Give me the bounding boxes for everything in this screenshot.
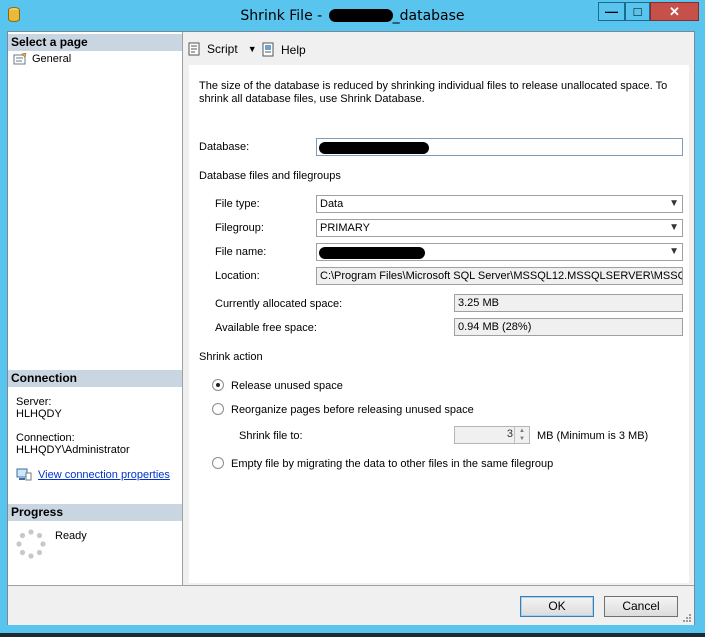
chevron-down-icon: ▼ bbox=[669, 246, 679, 257]
toolbar: Script ▼ Help bbox=[183, 32, 694, 65]
reorganize-pages-label[interactable]: Reorganize pages before releasing unused… bbox=[231, 404, 474, 416]
shrink-file-window: Shrink File - _database — □ ✕ Select a p… bbox=[0, 0, 705, 633]
cancel-button[interactable]: Cancel bbox=[604, 596, 678, 617]
empty-file-radio[interactable] bbox=[212, 457, 224, 469]
files-group-label: Database files and filegroups bbox=[199, 170, 341, 182]
chevron-down-icon: ▼ bbox=[669, 222, 679, 233]
maximize-button[interactable]: □ bbox=[625, 2, 650, 21]
close-button[interactable]: ✕ bbox=[650, 2, 699, 21]
empty-file-label[interactable]: Empty file by migrating the data to othe… bbox=[231, 458, 553, 470]
page-item-general[interactable]: General bbox=[13, 53, 71, 65]
dialog-client-area: Select a page General Connection Server:… bbox=[7, 31, 695, 625]
help-icon bbox=[262, 42, 274, 57]
file-type-select[interactable]: Data ▼ bbox=[316, 195, 683, 213]
help-label: Help bbox=[281, 42, 306, 57]
connection-value: HLHQDY\Administrator bbox=[16, 444, 130, 456]
allocated-space-field: 3.25 MB bbox=[454, 294, 683, 312]
chevron-down-icon: ▼ bbox=[669, 198, 679, 209]
free-space-field: 0.94 MB (28%) bbox=[454, 318, 683, 336]
release-unused-label[interactable]: Release unused space bbox=[231, 380, 343, 392]
filegroup-select[interactable]: PRIMARY ▼ bbox=[316, 219, 683, 237]
close-icon: ✕ bbox=[669, 3, 680, 19]
location-label: Location: bbox=[215, 270, 260, 282]
view-connection-properties-link[interactable]: View connection properties bbox=[38, 469, 170, 481]
file-type-label: File type: bbox=[215, 198, 260, 210]
file-name-select[interactable]: ▼ bbox=[316, 243, 683, 261]
allocated-space-label: Currently allocated space: bbox=[215, 298, 343, 310]
database-field bbox=[316, 138, 683, 156]
select-page-header: Select a page bbox=[8, 34, 182, 51]
shrink-file-to-value: 3 bbox=[506, 428, 513, 440]
file-name-label: File name: bbox=[215, 246, 267, 258]
shrink-action-label: Shrink action bbox=[199, 351, 263, 363]
minimize-button[interactable]: — bbox=[598, 2, 625, 21]
filegroup-value: PRIMARY bbox=[320, 222, 370, 234]
release-unused-radio[interactable] bbox=[212, 379, 224, 391]
connection-properties-icon bbox=[16, 468, 32, 481]
script-icon bbox=[188, 42, 200, 56]
progress-status: Ready bbox=[55, 530, 87, 542]
title-prefix: Shrink File - bbox=[240, 8, 327, 24]
wizard-page-icon bbox=[13, 53, 27, 65]
shrink-file-to-stepper[interactable]: 3 ▲ ▼ bbox=[454, 426, 530, 444]
button-bar: OK Cancel bbox=[8, 585, 694, 625]
redacted-database-name bbox=[319, 142, 429, 154]
title-suffix: _database bbox=[392, 8, 465, 24]
dropdown-arrow-icon[interactable]: ▼ bbox=[248, 44, 257, 54]
help-button[interactable]: Help bbox=[261, 42, 306, 57]
free-space-label: Available free space: bbox=[215, 322, 317, 334]
progress-header: Progress bbox=[8, 504, 182, 521]
location-field[interactable]: C:\Program Files\Microsoft SQL Server\MS… bbox=[316, 267, 683, 285]
description-text: The size of the database is reduced by s… bbox=[199, 80, 668, 105]
connection-label: Connection: bbox=[16, 432, 75, 444]
redacted-file-name bbox=[319, 247, 425, 259]
shrink-file-to-unit: MB (Minimum is 3 MB) bbox=[537, 430, 649, 442]
minimize-icon: — bbox=[605, 4, 618, 19]
general-page-content: The size of the database is reduced by s… bbox=[189, 65, 689, 583]
stepper-buttons[interactable]: ▲ ▼ bbox=[514, 427, 529, 443]
reorganize-pages-radio[interactable] bbox=[212, 403, 224, 415]
shrink-file-to-label: Shrink file to: bbox=[239, 430, 303, 442]
stepper-down-icon[interactable]: ▼ bbox=[515, 435, 529, 443]
server-value: HLHQDY bbox=[16, 408, 62, 420]
connection-header: Connection bbox=[8, 370, 182, 387]
maximize-icon: □ bbox=[633, 4, 642, 19]
view-connection-properties[interactable]: View connection properties bbox=[16, 468, 170, 481]
file-type-value: Data bbox=[320, 198, 344, 210]
progress-spinner-icon bbox=[16, 529, 46, 559]
resize-grip-icon[interactable] bbox=[682, 613, 692, 623]
right-panel: Script ▼ Help The size of the database i… bbox=[183, 32, 694, 585]
stepper-up-icon[interactable]: ▲ bbox=[515, 427, 529, 435]
page-item-label: General bbox=[32, 53, 72, 65]
title-bar[interactable]: Shrink File - _database — □ ✕ bbox=[0, 0, 705, 30]
server-label: Server: bbox=[16, 396, 52, 408]
redacted-name-block bbox=[328, 9, 393, 22]
database-label: Database: bbox=[199, 141, 250, 153]
left-panel: Select a page General Connection Server:… bbox=[8, 32, 183, 585]
script-label: Script bbox=[207, 42, 238, 56]
filegroup-label: Filegroup: bbox=[215, 222, 264, 234]
ok-button[interactable]: OK bbox=[520, 596, 594, 617]
script-button[interactable]: Script ▼ bbox=[187, 42, 257, 56]
